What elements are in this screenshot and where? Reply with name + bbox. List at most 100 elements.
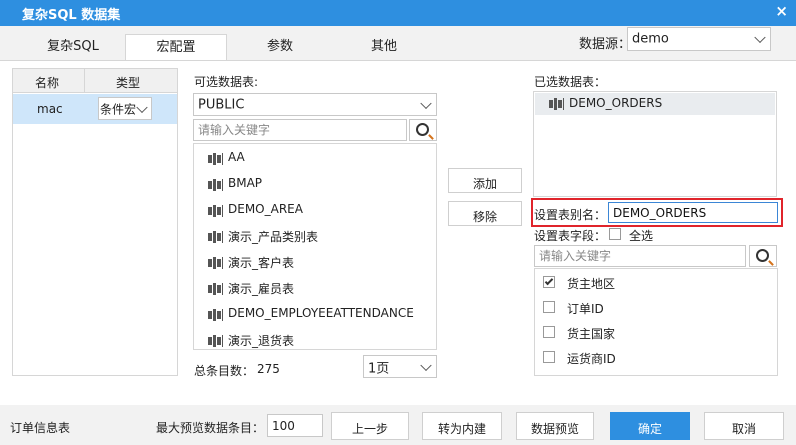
add-button[interactable]: 添加 — [448, 168, 522, 193]
field-search-input[interactable] — [535, 246, 745, 266]
select-all-checkbox[interactable] — [609, 228, 621, 240]
column-divider — [84, 69, 85, 93]
total-count-value: 275 — [257, 362, 280, 376]
list-item[interactable]: 运货商ID — [535, 347, 775, 369]
remove-button[interactable]: 移除 — [448, 201, 522, 226]
table-search-input-wrap — [193, 119, 407, 141]
table-name: DEMO_AREA — [228, 202, 303, 216]
macro-type-value: 条件宏 — [100, 102, 137, 116]
schema-value: PUBLIC — [198, 97, 245, 112]
alias-input-wrap — [608, 202, 778, 223]
table-icon — [549, 98, 564, 110]
title-bar: 复杂SQL 数据集 × — [0, 0, 796, 26]
total-count-label: 总条目数： — [194, 364, 255, 378]
table-name: 演示_产品类别表 — [228, 230, 319, 244]
table-icon — [208, 153, 223, 165]
convert-builtin-button[interactable]: 转为内建 — [422, 412, 502, 440]
field-name: 货主地区 — [567, 277, 616, 291]
list-item[interactable]: 演示_客户表 — [194, 251, 436, 273]
selected-tables-label: 已选数据表： — [534, 75, 607, 89]
tab-complex-sql[interactable]: 复杂SQL — [18, 34, 128, 60]
list-item[interactable]: 演示_产品类别表 — [194, 225, 436, 247]
footer-table-label: 订单信息表 — [10, 421, 71, 435]
alias-label: 设置表别名： — [534, 208, 607, 222]
list-item[interactable]: AA — [194, 147, 436, 169]
footer-bar: 订单信息表 最大预览数据条目： 上一步 转为内建 数据预览 确定 取消 — [0, 405, 796, 445]
table-search-input[interactable] — [194, 120, 406, 140]
table-icon — [208, 257, 223, 269]
chevron-down-icon — [420, 97, 432, 109]
macro-type-select[interactable]: 条件宏 — [98, 97, 152, 120]
table-name: 演示_客户表 — [228, 256, 295, 270]
datasource-select[interactable]: demo — [627, 27, 771, 51]
list-item[interactable]: 演示_退货表 — [194, 329, 436, 349]
list-item[interactable]: DEMO_EMPLOYEEATTENDANCE — [194, 303, 436, 325]
table-icon — [208, 309, 223, 321]
dialog-title: 复杂SQL 数据集 — [22, 8, 121, 23]
tab-bar: 复杂SQL 宏配置 参数 其他 数据源： demo — [0, 26, 796, 60]
tab-params[interactable]: 参数 — [228, 34, 332, 60]
chevron-down-icon — [420, 359, 432, 371]
table-icon — [208, 231, 223, 243]
selected-table-name: DEMO_ORDERS — [569, 96, 663, 110]
ok-label: 确定 — [637, 422, 662, 436]
list-item[interactable]: DEMO_ORDERS — [535, 93, 775, 115]
list-item[interactable]: 货主国家 — [535, 322, 775, 344]
table-row[interactable]: mac 条件宏 — [13, 94, 177, 124]
field-name: 货主国家 — [567, 327, 616, 341]
field-name: 订单ID — [567, 302, 604, 316]
cancel-label: 取消 — [731, 422, 756, 436]
convert-builtin-label: 转为内建 — [437, 422, 486, 436]
column-header-name: 名称 — [35, 76, 60, 90]
ok-button[interactable]: 确定 — [610, 412, 690, 440]
tab-macro-config[interactable]: 宏配置 — [125, 34, 227, 60]
table-search-button[interactable] — [409, 119, 437, 141]
prev-step-label: 上一步 — [351, 422, 388, 436]
schema-select[interactable]: PUBLIC — [193, 93, 437, 116]
cancel-button[interactable]: 取消 — [704, 412, 784, 440]
data-preview-button[interactable]: 数据预览 — [516, 412, 594, 440]
macro-table: 名称 类型 mac 条件宏 — [12, 68, 178, 376]
column-header-type: 类型 — [116, 76, 141, 90]
close-icon[interactable]: × — [775, 2, 788, 20]
remove-button-label: 移除 — [472, 210, 497, 224]
add-button-label: 添加 — [472, 177, 497, 191]
search-icon — [416, 123, 429, 136]
table-name: AA — [228, 150, 245, 164]
max-rows-input[interactable] — [268, 415, 322, 436]
alias-input[interactable] — [609, 203, 777, 222]
table-name: 演示_退货表 — [228, 334, 295, 348]
table-name: DEMO_EMPLOYEEATTENDANCE — [228, 306, 414, 320]
table-name: BMAP — [228, 176, 263, 190]
field-checkbox[interactable] — [543, 276, 555, 288]
max-rows-label: 最大预览数据条目： — [156, 421, 265, 435]
fields-list: 货主地区订单ID 货主国家运货商ID 发货日期 — [534, 268, 778, 376]
field-checkbox[interactable] — [543, 301, 555, 313]
list-item[interactable]: BMAP — [194, 173, 436, 195]
list-item[interactable]: 货主地区 — [535, 272, 775, 294]
table-icon — [208, 283, 223, 295]
datasource-label: 数据源： — [579, 37, 632, 52]
max-rows-input-wrap — [267, 414, 323, 437]
list-item[interactable]: 演示_雇员表 — [194, 277, 436, 299]
prev-step-button[interactable]: 上一步 — [331, 412, 409, 440]
field-checkbox[interactable] — [543, 326, 555, 338]
field-search-input-wrap — [534, 245, 746, 267]
datasource-value: demo — [632, 31, 669, 47]
page-value: 1页 — [368, 361, 390, 376]
search-icon — [756, 249, 769, 262]
table-name: 演示_雇员表 — [228, 282, 295, 296]
field-search-button[interactable] — [749, 245, 777, 267]
data-preview-label: 数据预览 — [530, 422, 579, 436]
table-icon — [208, 179, 223, 191]
tab-other[interactable]: 其他 — [332, 34, 436, 60]
list-item[interactable]: DEMO_AREA — [194, 199, 436, 221]
list-item[interactable]: 发货日期 — [535, 372, 775, 376]
field-name: 发货日期 — [567, 375, 615, 376]
page-select[interactable]: 1页 — [363, 355, 437, 378]
list-item[interactable]: 订单ID — [535, 297, 775, 319]
selected-tables-list: DEMO_ORDERS — [533, 91, 777, 197]
fields-label: 设置表字段： — [534, 229, 607, 243]
macro-table-header: 名称 类型 — [13, 69, 177, 93]
field-checkbox[interactable] — [543, 351, 555, 363]
